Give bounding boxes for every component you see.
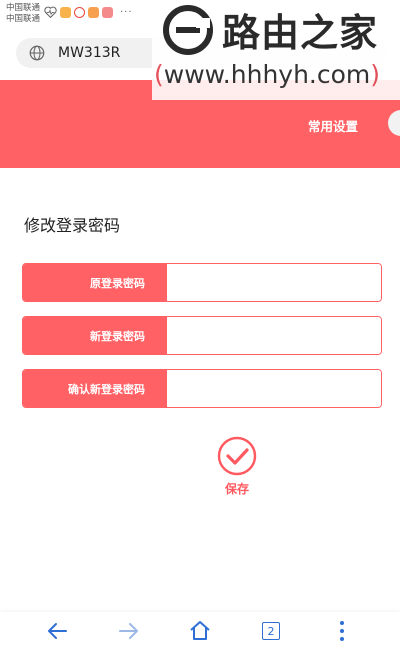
tabs-icon: 2 xyxy=(262,622,280,640)
watermark-url: (www.hhhyh.com) xyxy=(154,60,380,89)
watermark-title: 路由之家 xyxy=(222,11,379,55)
menu-toggle-button[interactable] xyxy=(388,110,400,136)
carrier-2: 中国联通 xyxy=(6,14,41,24)
menu-button[interactable] xyxy=(327,616,357,646)
watermark: 路由之家 (www.hhhyh.com) xyxy=(152,0,400,100)
new-password-input[interactable] xyxy=(167,317,381,354)
notification-icons: ··· xyxy=(44,6,133,18)
more-notifications-icon: ··· xyxy=(120,6,133,18)
confirm-password-label: 确认新登录密码 xyxy=(23,370,167,407)
menu-icon xyxy=(340,621,344,641)
home-icon xyxy=(190,621,210,640)
watermark-logo-icon xyxy=(163,5,213,55)
watermark-paren-close: ) xyxy=(370,60,381,89)
carrier-labels: 中国联通 中国联通 xyxy=(6,3,40,25)
home-button[interactable] xyxy=(185,616,215,646)
heart-icon xyxy=(44,6,57,18)
tabs-button[interactable]: 2 xyxy=(256,616,286,646)
url-text[interactable]: MW313R xyxy=(58,45,120,61)
watermark-url-text: www.hhhyh.com xyxy=(163,60,371,89)
save-button[interactable]: 保存 xyxy=(204,434,270,500)
page-title: 修改登录密码 xyxy=(24,216,121,235)
forward-arrow-icon xyxy=(119,623,138,639)
weibo-icon xyxy=(74,6,85,18)
check-icon xyxy=(217,436,257,476)
common-settings-link[interactable]: 常用设置 xyxy=(308,116,358,135)
back-arrow-icon xyxy=(48,623,67,639)
save-label: 保存 xyxy=(224,482,249,496)
old-password-row: 原登录密码 xyxy=(22,263,382,302)
old-password-input[interactable] xyxy=(167,264,381,301)
app-notification-icon xyxy=(102,6,113,18)
app-notification-icon xyxy=(60,6,71,18)
confirm-password-row: 确认新登录密码 xyxy=(22,369,382,408)
new-password-label: 新登录密码 xyxy=(23,317,167,354)
new-password-row: 新登录密码 xyxy=(22,316,382,355)
carrier-1: 中国联通 xyxy=(6,3,41,13)
back-button[interactable] xyxy=(43,616,73,646)
watermark-paren-open: ( xyxy=(154,60,164,89)
forward-button[interactable] xyxy=(113,616,143,646)
confirm-password-input[interactable] xyxy=(167,370,381,407)
app-notification-icon xyxy=(88,6,99,18)
browser-bottom-nav: 2 xyxy=(0,612,400,649)
tab-count: 2 xyxy=(267,624,275,638)
old-password-label: 原登录密码 xyxy=(23,264,167,301)
globe-icon xyxy=(29,45,45,61)
